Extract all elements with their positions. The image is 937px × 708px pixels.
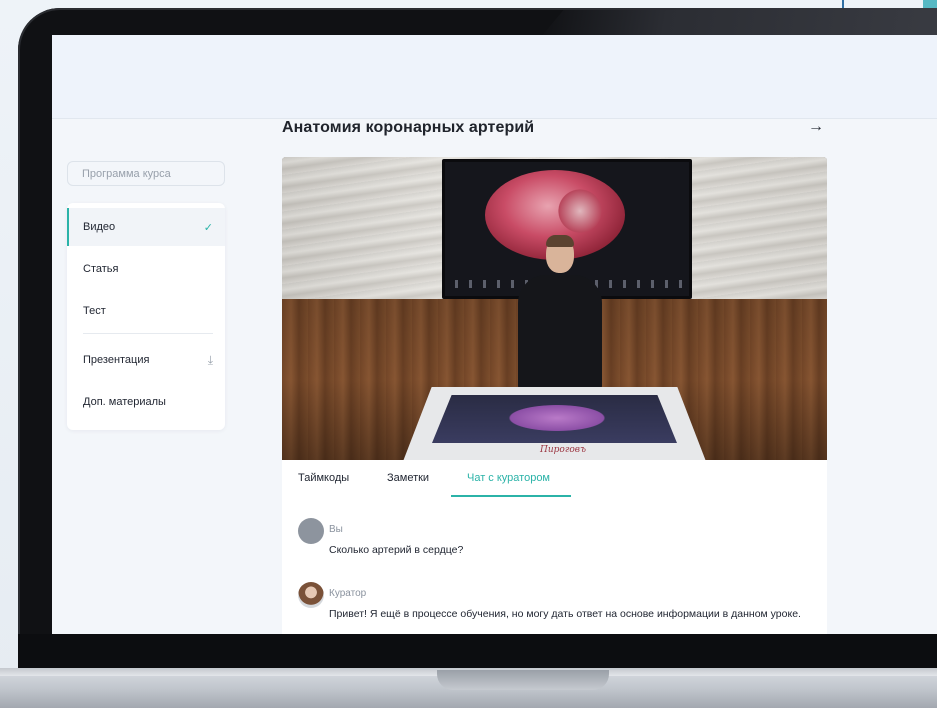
course-program-search-input[interactable] bbox=[67, 161, 225, 186]
top-header-bar bbox=[52, 35, 937, 119]
sidebar-item-presentation[interactable]: Презентация ⤓ bbox=[67, 341, 225, 379]
sidebar-item-label: Доп. материалы bbox=[83, 396, 166, 408]
sidebar-item-test[interactable]: Тест bbox=[67, 292, 225, 330]
laptop-opening-notch bbox=[437, 670, 609, 690]
chat-message: Вы Сколько артерий в сердце? bbox=[298, 518, 798, 563]
sidebar-item-label: Тест bbox=[83, 305, 106, 317]
sidebar-divider bbox=[83, 333, 213, 334]
page-title: Анатомия коронарных артерий bbox=[282, 119, 535, 136]
sidebar-item-label: Презентация bbox=[83, 354, 150, 366]
lesson-video-player[interactable]: Пироговъ bbox=[282, 157, 827, 460]
backdrop-accent-corner bbox=[923, 0, 937, 8]
tab-notes[interactable]: Заметки bbox=[387, 472, 429, 484]
avatar bbox=[298, 582, 324, 608]
tab-timecodes[interactable]: Таймкоды bbox=[298, 472, 349, 484]
chat-message: Куратор Привет! Я ещё в процессе обучени… bbox=[298, 582, 801, 634]
sidebar-item-video[interactable]: Видео ✓ bbox=[67, 208, 225, 246]
laptop-lid-glare bbox=[540, 8, 937, 38]
tab-curator-chat[interactable]: Чат с куратором bbox=[467, 472, 550, 484]
laptop-bottom-bezel bbox=[18, 634, 937, 668]
laptop-screen: Анатомия коронарных артерий → Видео ✓ Ст… bbox=[52, 35, 937, 634]
sidebar-item-extra-materials[interactable]: Доп. материалы bbox=[67, 383, 225, 421]
avatar bbox=[298, 518, 324, 544]
next-lesson-arrow-icon[interactable]: → bbox=[808, 118, 824, 136]
lesson-materials-menu: Видео ✓ Статья Тест Презентация ⤓ Доп. м… bbox=[67, 203, 225, 430]
anatomy-table-logo: Пироговъ bbox=[540, 445, 587, 455]
sidebar-item-label: Видео bbox=[83, 221, 116, 233]
message-text: Сколько артерий в сердце? bbox=[329, 544, 464, 556]
lecturer-figure bbox=[518, 275, 602, 390]
lecturer-hair bbox=[546, 235, 574, 247]
message-text: Привет! Я ещё в процессе обучения, но мо… bbox=[329, 608, 801, 620]
sidebar-item-label: Статья bbox=[83, 263, 119, 275]
message-author: Куратор bbox=[329, 588, 367, 599]
heart-model-detail bbox=[555, 186, 605, 236]
anatomy-table-heart-image bbox=[502, 403, 612, 433]
message-author: Вы bbox=[329, 524, 343, 535]
active-tab-indicator bbox=[451, 495, 571, 497]
sidebar-item-article[interactable]: Статья bbox=[67, 250, 225, 288]
lesson-tabs-panel: Таймкоды Заметки Чат с куратором Вы Скол… bbox=[282, 460, 827, 634]
check-icon: ✓ bbox=[203, 221, 213, 234]
download-icon[interactable]: ⤓ bbox=[208, 353, 213, 368]
